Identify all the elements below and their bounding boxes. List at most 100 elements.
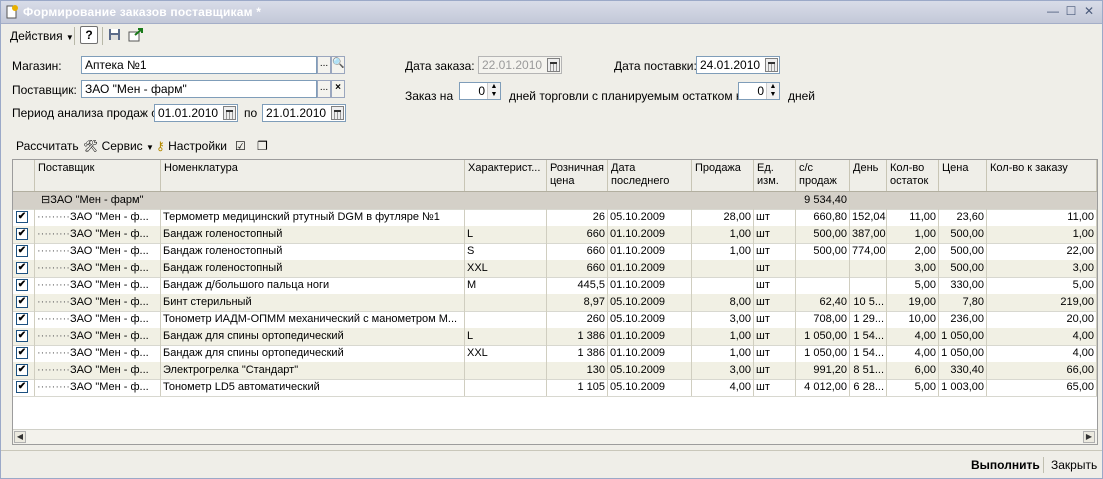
period-from-value: 01.01.2010 [158,106,219,120]
clear-icon[interactable]: × [331,80,345,98]
cell-item: Бандаж для спины ортопедический [161,345,465,362]
column-header-item[interactable]: Номенклатура [161,160,465,191]
calendar-icon[interactable] [765,58,778,72]
table-row[interactable]: ✔ ·········ЗАО "Мен - ф... Тонометр LD5 ав… [13,379,1097,397]
column-header-sale[interactable]: Продажа [692,160,754,191]
shop-select-button[interactable]: ... [317,56,331,74]
order-date-label: Дата заказа: [405,59,475,73]
cell-rest: 4,00 [887,328,939,345]
help-button[interactable]: ? [80,26,98,44]
table-row[interactable]: ✔ ·········ЗАО "Мен - ф... Бандаж для спин… [13,345,1097,363]
cell-item: Бандаж голеностопный [161,243,465,260]
table-row[interactable]: ✔ ·········ЗАО "Мен - ф... Бандаж голеност… [13,226,1097,244]
supplier-select-button[interactable]: ... [317,80,331,98]
column-header-date[interactable]: Дата последнего [608,160,692,191]
close-button[interactable]: Закрыть [1051,458,1097,472]
column-header-qty[interactable]: Кол-во к заказу [987,160,1097,191]
column-header-day[interactable]: День [850,160,887,191]
search-icon[interactable]: 🔍 [331,56,345,74]
cell-qty: 5,00 [987,277,1097,294]
table-row[interactable]: ✔ ·········ЗАО "Мен - ф... Бандаж голеност… [13,260,1097,278]
row-checkbox[interactable]: ✔ [16,279,28,291]
window-title: Формирование заказов поставщикам * [23,5,262,19]
cell-cost: 1 050,00 [939,345,987,362]
column-header-price[interactable]: Розничная цена [547,160,608,191]
supplier-value: ЗАО "Мен - ф... [69,228,149,240]
row-checkbox[interactable]: ✔ [16,296,28,308]
collapse-icon[interactable]: ⊟ [41,194,50,206]
calculate-button[interactable]: Рассчитать [16,139,79,153]
cell-supplier: ·········ЗАО "Мен - ф... [35,311,161,328]
table-header: Поставщик Номенклатура Характерист... Розни… [13,160,1097,192]
order-for-label: Заказ на [405,89,454,103]
chevron-down-icon: ▼ [65,33,74,42]
period-to-input[interactable]: 21.01.2010 [262,104,346,122]
column-header-rest[interactable]: Кол-во остаток [887,160,939,191]
actions-menu-button[interactable]: Действия ▼ [5,27,79,46]
settings-button[interactable]: ⚷ Настройки [156,139,227,153]
period-from-input[interactable]: 01.01.2010 [154,104,238,122]
command-bar: Рассчитать 🛠 Сервис ▼ ⚷ Настройки ☑ ❐ [1,137,1102,157]
calendar-icon[interactable] [331,106,344,120]
row-checkbox[interactable]: ✔ [16,364,28,376]
export-icon[interactable] [127,26,145,44]
column-header-check[interactable] [13,160,35,191]
cell-sale [692,277,754,294]
calendar-icon[interactable] [223,106,236,120]
minimize-icon[interactable]: — [1045,4,1061,19]
column-header-cost[interactable]: Цена [939,160,987,191]
column-header-char[interactable]: Характерист... [465,160,547,191]
scroll-left-icon[interactable]: ◀ [14,431,26,443]
cell-rest: 1,00 [887,226,939,243]
remain-days-stepper[interactable]: 0 ▲ ▼ [738,82,780,100]
shop-input[interactable]: Аптека №1 [81,56,317,74]
row-check-cell: ✔ [13,226,35,243]
table-row[interactable]: ✔ ·········ЗАО "Мен - ф... Электрогрелка "… [13,362,1097,380]
execute-button[interactable]: Выполнить [971,458,1040,472]
cell-unit: шт [754,243,796,260]
supplier-value: ЗАО "Мен - ф... [69,262,149,274]
horizontal-scrollbar[interactable]: ◀ ▶ [13,429,1097,444]
check-all-icon[interactable]: ☑ [235,139,246,153]
supplier-input[interactable]: ЗАО "Мен - фарм" [81,80,317,98]
column-header-cc[interactable]: с/с продаж [796,160,850,191]
cell-price: 1 386 [547,345,608,362]
row-checkbox[interactable]: ✔ [16,313,28,325]
row-checkbox[interactable]: ✔ [16,228,28,240]
table-row[interactable]: ✔ ·········ЗАО "Мен - ф... Бандаж д/большо… [13,277,1097,295]
column-header-supplier[interactable]: Поставщик [35,160,161,191]
row-checkbox[interactable]: ✔ [16,245,28,257]
row-checkbox[interactable]: ✔ [16,347,28,359]
table-row[interactable]: ✔ ·········ЗАО "Мен - ф... Бинт стерильный… [13,294,1097,312]
order-days-stepper[interactable]: 0 ▲ ▼ [459,82,501,100]
table-row[interactable]: ✔ ·········ЗАО "Мен - ф... Бандаж для спин… [13,328,1097,346]
scroll-right-icon[interactable]: ▶ [1083,431,1095,443]
cell-supplier: ·········ЗАО "Мен - ф... [35,362,161,379]
table-row[interactable]: ✔ ·········ЗАО "Мен - ф... Бандаж голеност… [13,243,1097,261]
cell-unit: шт [754,362,796,379]
table-row[interactable]: ✔ ·········ЗАО "Мен - ф... Тонометр ИАДМ-О… [13,311,1097,329]
spin-arrows-icon[interactable]: ▲ ▼ [766,83,779,99]
row-checkbox[interactable]: ✔ [16,262,28,274]
cell-supplier: ·········ЗАО "Мен - ф... [35,243,161,260]
table-row[interactable]: ✔ ·········ЗАО "Мен - ф... Термометр медиц… [13,209,1097,227]
delivery-date-input[interactable]: 24.01.2010 [696,56,780,74]
service-menu-button[interactable]: 🛠 Сервис ▼ [83,139,154,153]
row-check-cell: ✔ [13,260,35,277]
orders-table[interactable]: Поставщик Номенклатура Характерист... Розни… [12,159,1098,445]
settings-label: Настройки [168,139,227,153]
cell-item: Бандаж для спины ортопедический [161,328,465,345]
spin-arrows-icon[interactable]: ▲ ▼ [487,83,500,99]
cell-sale: 1,00 [692,328,754,345]
group-row[interactable]: ⊟ЗАО "Мен - фарм" 9 534,40 [13,192,1097,210]
cell-price: 26 [547,209,608,226]
row-checkbox[interactable]: ✔ [16,211,28,223]
close-icon[interactable]: ✕ [1081,4,1097,19]
column-header-unit[interactable]: Ед. изм. [754,160,796,191]
copy-icon[interactable]: ❐ [257,139,268,153]
maximize-icon[interactable]: ☐ [1063,4,1079,19]
row-checkbox[interactable]: ✔ [16,330,28,342]
save-icon[interactable] [106,26,124,44]
cell-date: 01.10.2009 [608,243,692,260]
row-checkbox[interactable]: ✔ [16,381,28,393]
